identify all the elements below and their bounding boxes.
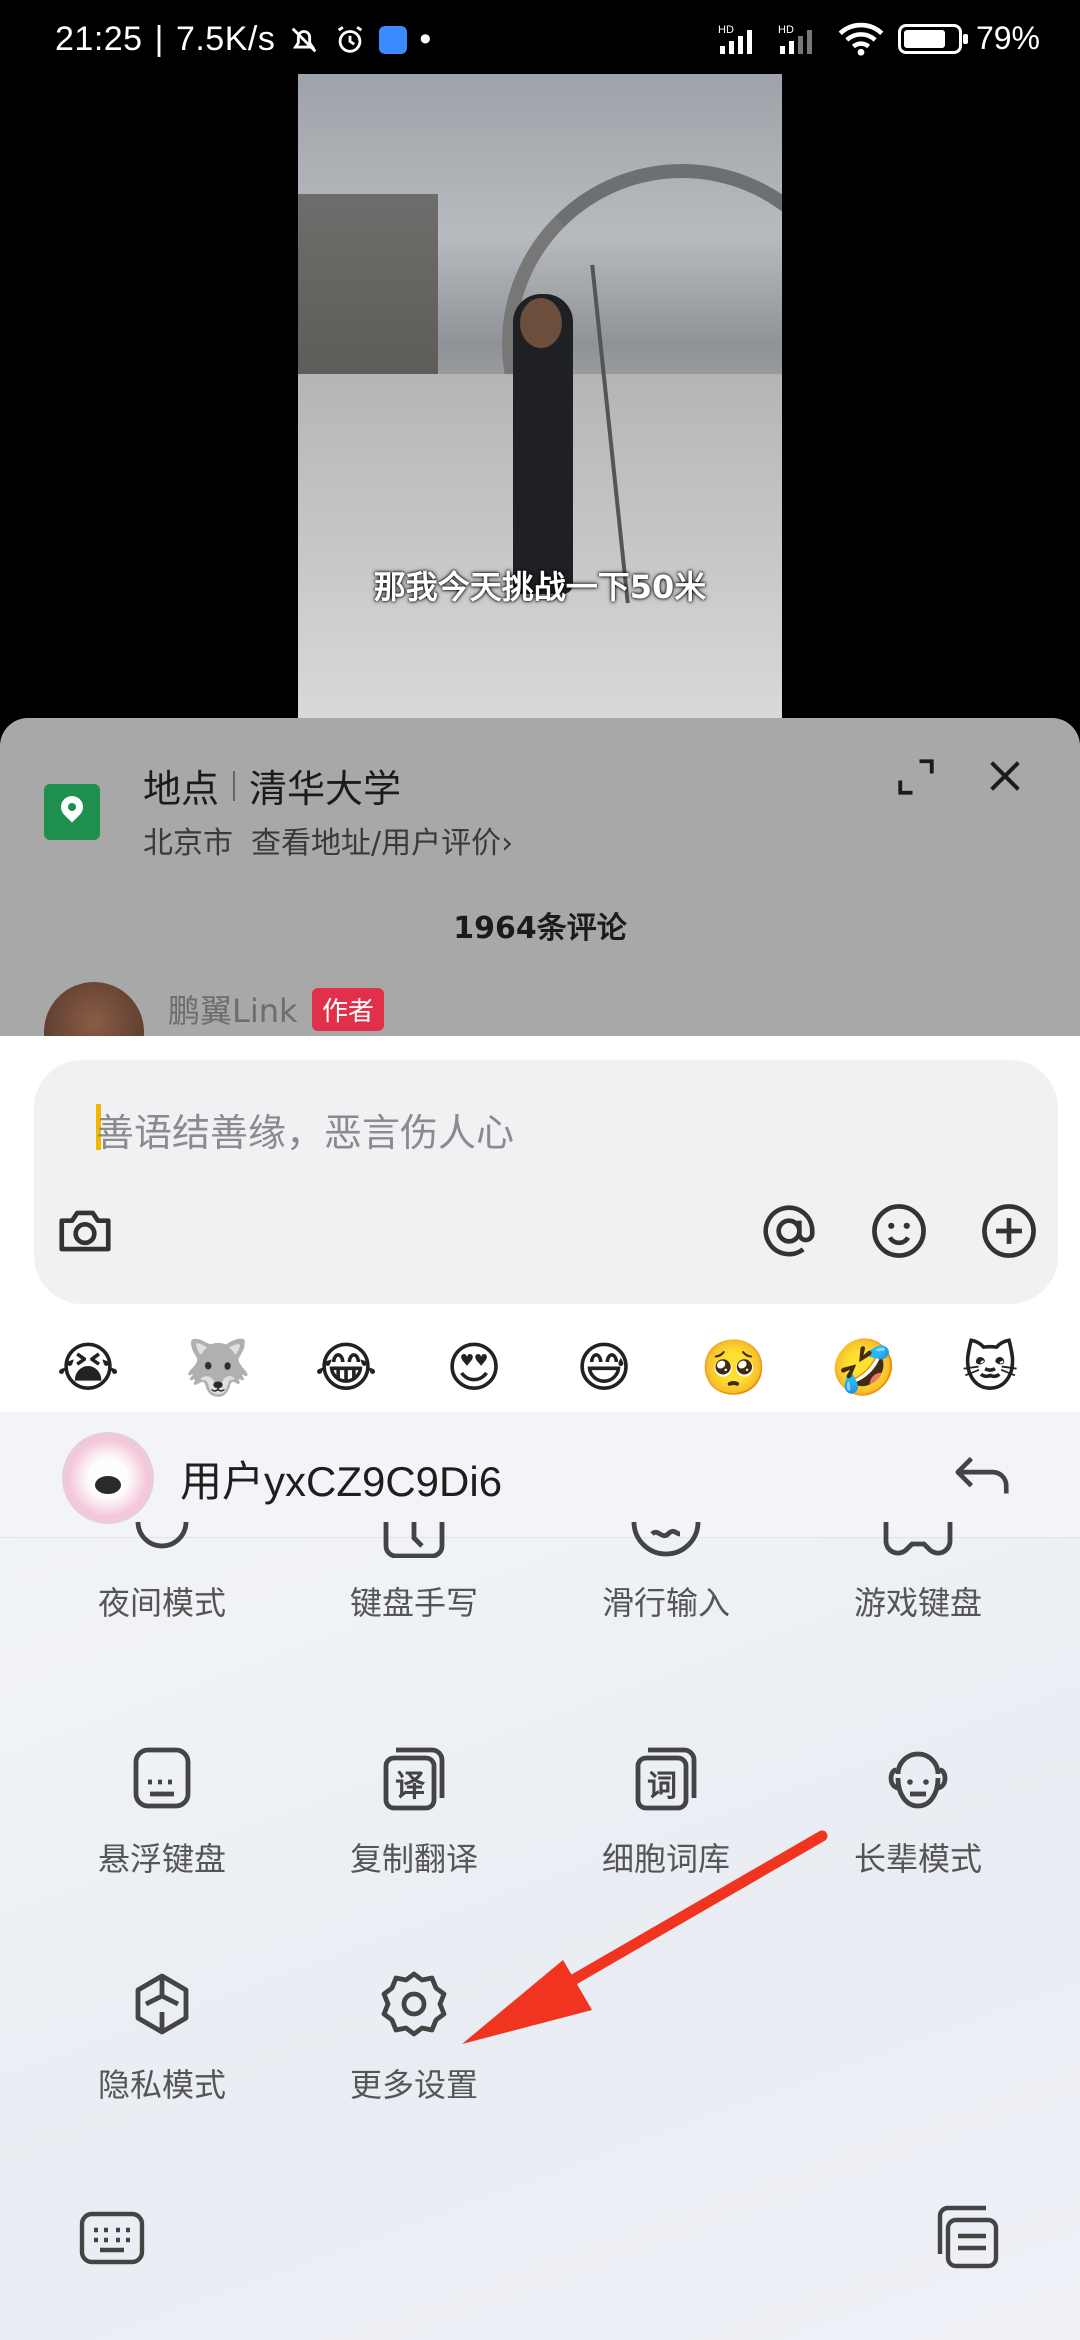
privacy-mode-item[interactable]: 隐私模式 bbox=[52, 1968, 272, 2106]
game-keyboard-label: 游戏键盘 bbox=[853, 1584, 982, 1622]
location-link[interactable]: 查看地址/用户评价› bbox=[251, 818, 513, 862]
signal-icon: HD bbox=[718, 24, 752, 54]
gear-icon bbox=[381, 1971, 447, 2037]
battery-level-fill bbox=[903, 29, 946, 48]
location-pin-icon bbox=[44, 784, 100, 840]
moon-icon bbox=[135, 1522, 189, 1549]
mention-icon[interactable] bbox=[758, 1200, 820, 1262]
status-right: HD HD 79% bbox=[718, 20, 1040, 57]
location-divider bbox=[233, 770, 236, 801]
floating-keyboard-icon bbox=[133, 1747, 191, 1809]
emoji-cat[interactable]: 🐱 bbox=[958, 1336, 1022, 1400]
emoji-sweat-smile[interactable]: 😅 bbox=[572, 1336, 636, 1400]
keyboard-user-bar: 用户yxCZ9C9Di6 bbox=[0, 1412, 1080, 1538]
network-label-2: HD bbox=[778, 24, 794, 36]
floating-keyboard-item[interactable]: 悬浮键盘 bbox=[52, 1742, 272, 1880]
elder-mode-item[interactable]: 长辈模式 bbox=[808, 1742, 1028, 1880]
clipboard-icon[interactable] bbox=[934, 2204, 1002, 2270]
author-badge: 作者 bbox=[312, 988, 385, 1031]
video-frame[interactable]: 那我今天挑战一下50米 bbox=[298, 74, 782, 720]
emoji-pleading[interactable]: 🥺 bbox=[700, 1336, 767, 1400]
close-icon[interactable] bbox=[985, 756, 1025, 796]
swipe-input-item[interactable]: 滑行输入 bbox=[556, 1522, 776, 1624]
copy-translate-label: 复制翻译 bbox=[349, 1840, 478, 1878]
battery-percent: 79% bbox=[975, 20, 1040, 56]
location-link-text: 查看地址/用户评价 bbox=[251, 826, 502, 861]
handwriting-icon bbox=[383, 1522, 445, 1558]
emoji-husky[interactable]: 🐺 bbox=[184, 1336, 251, 1400]
location-place: 清华大学 bbox=[249, 767, 402, 811]
camera-icon[interactable] bbox=[54, 1200, 116, 1262]
video-player[interactable]: 那我今天挑战一下50米 bbox=[0, 74, 1080, 720]
elder-face-icon bbox=[888, 1751, 948, 1809]
emoji-tears-of-joy[interactable]: 😂 bbox=[314, 1336, 378, 1400]
handwriting-label: 键盘手写 bbox=[349, 1584, 478, 1622]
gamepad-icon bbox=[883, 1522, 953, 1556]
emoji-rofl[interactable]: 🤣 bbox=[830, 1336, 897, 1400]
location-title[interactable]: 地点 清华大学 bbox=[143, 758, 401, 813]
copy-translate-item[interactable]: 译 复制翻译 bbox=[304, 1742, 524, 1880]
swipe-input-label: 滑行输入 bbox=[601, 1584, 730, 1622]
status-left: 21:25 | 7.5K/s • bbox=[55, 20, 432, 59]
network-label-1: HD bbox=[718, 24, 734, 36]
add-icon[interactable] bbox=[978, 1200, 1040, 1262]
lexicon-icon: 词 bbox=[635, 1747, 697, 1811]
comment-input-panel: 善语结善缘，恶言伤人心 😭 🐺 😂 😍 😅 🥺 🤣 🐱 bbox=[0, 1036, 1080, 1412]
emoji-heart-eyes[interactable]: 😍 bbox=[442, 1336, 506, 1400]
video-person-head bbox=[520, 298, 562, 348]
translate-icon: 译 bbox=[383, 1747, 445, 1811]
keyboard-panel: 用户yxCZ9C9Di6 夜间模式 键盘手写 滑行输入 游戏键盘 悬浮键盘 译 … bbox=[0, 1412, 1080, 2340]
expand-icon[interactable] bbox=[895, 756, 937, 798]
night-mode-label: 夜间模式 bbox=[97, 1584, 226, 1622]
keyboard-username: 用户yxCZ9C9Di6 bbox=[180, 1458, 503, 1505]
translate-glyph: 译 bbox=[395, 1769, 426, 1804]
keyboard-user-avatar[interactable] bbox=[62, 1432, 154, 1524]
status-separator: | bbox=[154, 20, 164, 58]
comment-input-placeholder: 善语结善缘，恶言伤人心 bbox=[96, 1111, 515, 1155]
comment-sheet: 地点 清华大学 北京市 查看地址/用户评价› 1964条评论 鹏翼Link 作者 bbox=[0, 718, 1080, 1038]
handwriting-item[interactable]: 键盘手写 bbox=[304, 1522, 524, 1624]
privacy-mode-label: 隐私模式 bbox=[97, 2066, 226, 2104]
emoji-icon[interactable] bbox=[868, 1200, 930, 1262]
network-speed: 7.5K/s bbox=[175, 20, 276, 58]
back-arrow-icon[interactable] bbox=[952, 1452, 1014, 1500]
wifi-icon bbox=[838, 22, 884, 56]
signal-icon: HD bbox=[778, 24, 812, 54]
elder-mode-label: 长辈模式 bbox=[853, 1840, 982, 1878]
keyboard-app-icon bbox=[379, 25, 408, 54]
status-bar: 21:25 | 7.5K/s • HD HD 79% bbox=[0, 0, 1080, 74]
comment-input[interactable]: 善语结善缘，恶言伤人心 bbox=[34, 1060, 1058, 1304]
alarm-icon bbox=[338, 25, 363, 53]
video-subtitle: 那我今天挑战一下50米 bbox=[373, 568, 707, 606]
chevron-right-icon: › bbox=[501, 826, 514, 861]
swipe-icon bbox=[631, 1522, 701, 1557]
lexicon-glyph: 词 bbox=[647, 1769, 677, 1804]
night-mode-item[interactable]: 夜间模式 bbox=[52, 1522, 272, 1624]
location-city: 北京市 bbox=[143, 826, 233, 861]
avatar[interactable] bbox=[44, 982, 144, 1038]
more-settings-item[interactable]: 更多设置 bbox=[304, 1968, 524, 2106]
location-subtitle[interactable]: 北京市 查看地址/用户评价› bbox=[143, 818, 513, 862]
battery-icon bbox=[897, 23, 968, 54]
keyboard-icon[interactable] bbox=[78, 2208, 146, 2268]
location-label: 地点 bbox=[143, 767, 220, 811]
status-time: 21:25 bbox=[55, 20, 143, 58]
floating-keyboard-label: 悬浮键盘 bbox=[97, 1840, 226, 1878]
comment-count: 1964条评论 bbox=[453, 911, 627, 946]
emoji-quick-row: 😭 🐺 😂 😍 😅 🥺 🤣 🐱 bbox=[0, 1312, 1080, 1412]
game-keyboard-item[interactable]: 游戏键盘 bbox=[808, 1522, 1028, 1624]
privacy-icon bbox=[135, 1973, 189, 2035]
cell-lexicon-item[interactable]: 词 细胞词库 bbox=[556, 1742, 776, 1880]
comment-author-name[interactable]: 鹏翼Link bbox=[168, 986, 298, 1032]
status-dot: • bbox=[419, 20, 432, 58]
cell-lexicon-label: 细胞词库 bbox=[601, 1840, 730, 1878]
emoji-crying[interactable]: 😭 bbox=[56, 1336, 120, 1400]
more-settings-label: 更多设置 bbox=[349, 2066, 478, 2104]
bell-off-icon bbox=[291, 27, 317, 52]
